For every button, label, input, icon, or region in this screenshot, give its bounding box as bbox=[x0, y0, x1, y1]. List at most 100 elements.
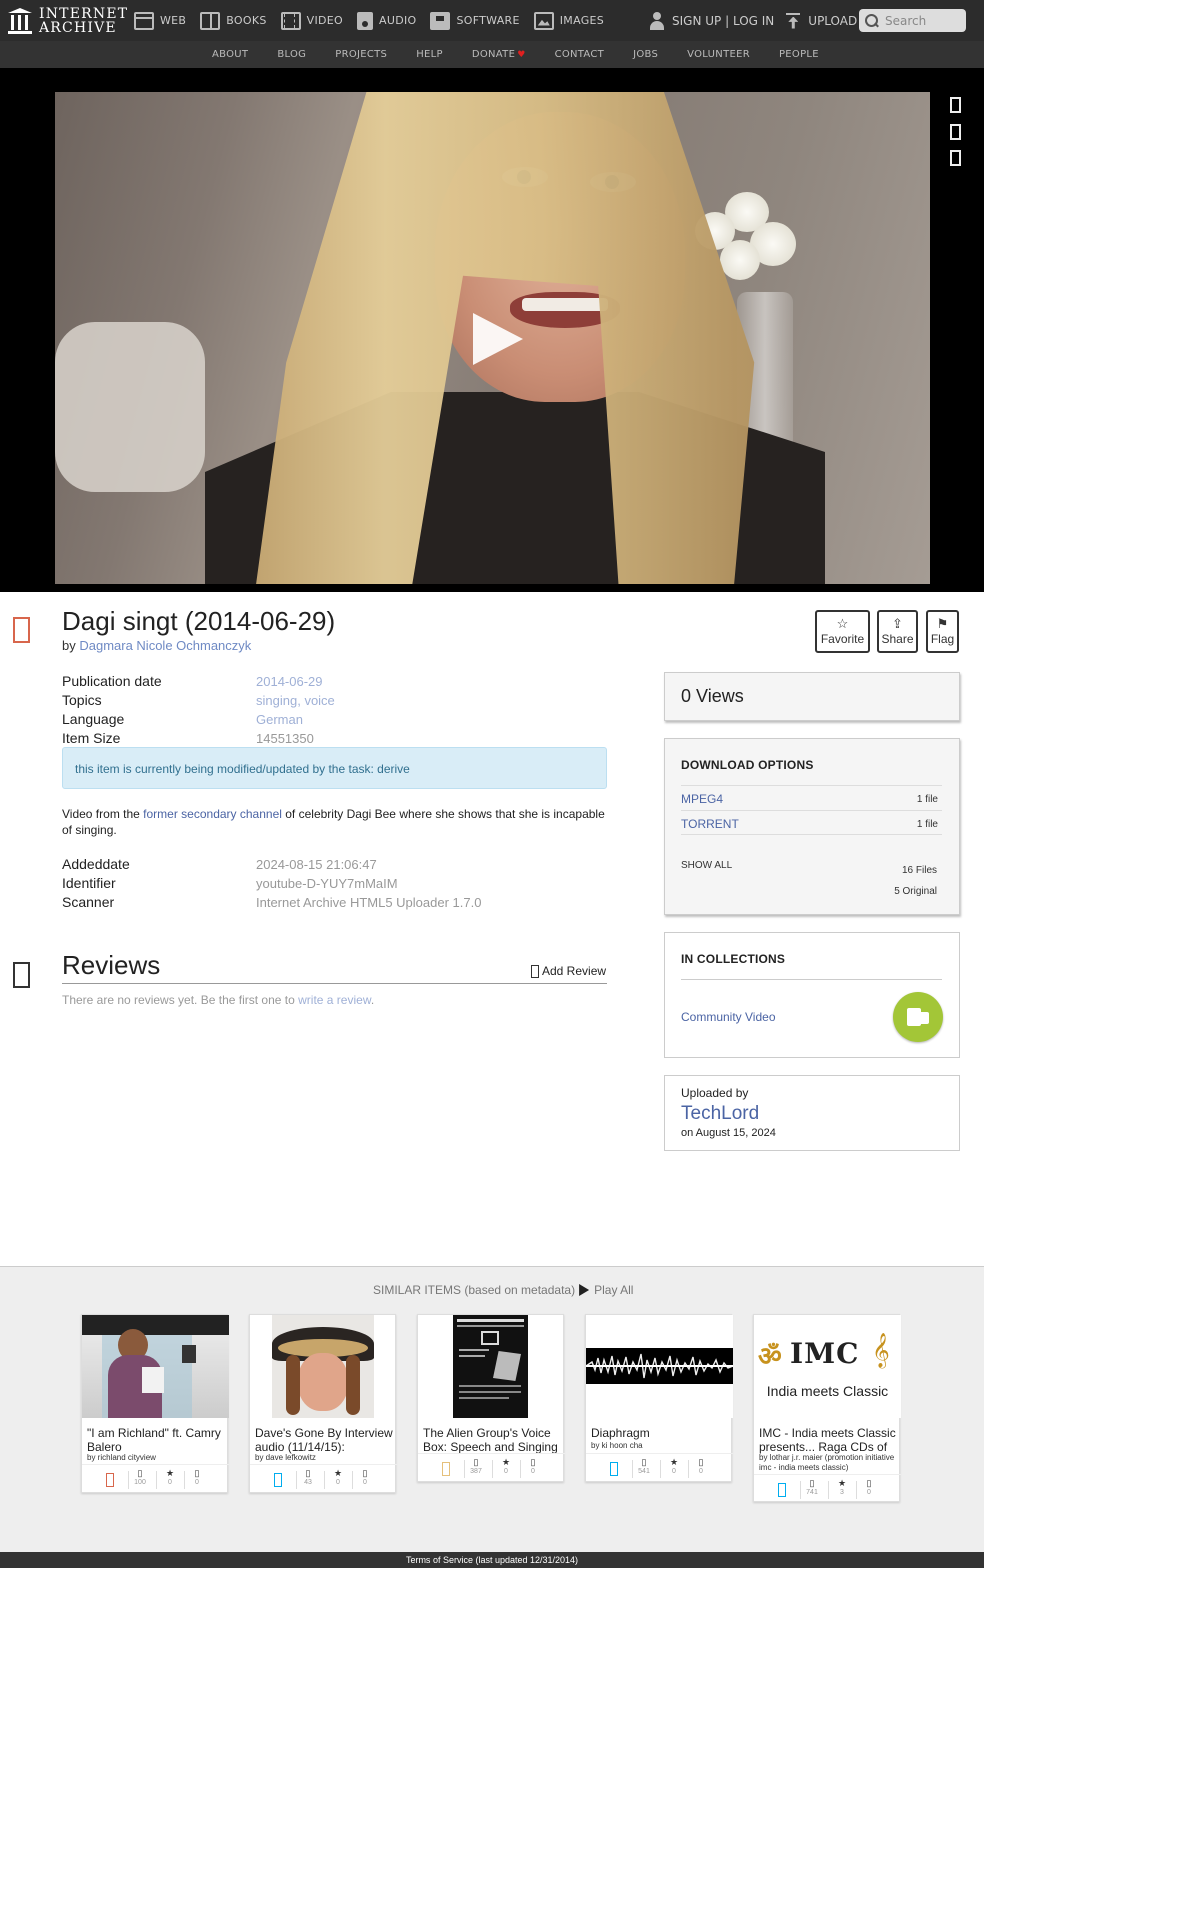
media-nav: WEB BOOKS VIDEO AUDIO SOFTWARE IMAGES bbox=[134, 0, 618, 41]
tile-stats: ▯ 541 ★ 0 ▯ 0 bbox=[586, 1453, 733, 1483]
tile-title[interactable]: "I am Richland" ft. Camry Balero bbox=[87, 1426, 225, 1454]
tile-thumbnail[interactable]: ॐ IMC 𝄞 India meets Classic bbox=[754, 1315, 901, 1418]
download-row[interactable]: TORRENT 1 file bbox=[681, 810, 942, 835]
reviews-icon: ▯ bbox=[866, 1478, 872, 1488]
search-input[interactable] bbox=[885, 13, 961, 28]
subnav-people[interactable]: PEOPLE bbox=[779, 49, 819, 60]
tile-title[interactable]: The Alien Group's Voice Box: Speech and … bbox=[423, 1426, 561, 1454]
subnav-help[interactable]: HELP bbox=[416, 49, 443, 60]
community-video-icon[interactable] bbox=[893, 992, 943, 1042]
meta-label: Language bbox=[62, 711, 125, 727]
write-review-link[interactable]: write a review bbox=[298, 993, 371, 1007]
uploaded-by-label: Uploaded by bbox=[681, 1086, 749, 1100]
favorites-stat: ★ 0 bbox=[324, 1468, 352, 1486]
tile-thumbnail[interactable] bbox=[272, 1315, 374, 1418]
flag-button[interactable]: ⚑ Flag bbox=[926, 610, 959, 653]
uploader-link[interactable]: TechLord bbox=[681, 1103, 759, 1125]
similar-item-tile[interactable]: The Alien Group's Voice Box: Speech and … bbox=[417, 1314, 565, 1483]
nav-web[interactable]: WEB bbox=[134, 11, 186, 30]
star-icon: ★ bbox=[165, 1468, 175, 1478]
tile-title[interactable]: IMC - India meets Classic presents... Ra… bbox=[759, 1426, 897, 1454]
reviews-stat: ▯ 0 bbox=[519, 1457, 547, 1475]
star-icon: ★ bbox=[333, 1468, 343, 1478]
addeddate-value: 2024-08-15 21:06:47 bbox=[256, 857, 377, 872]
views-stat: ▯ 100 bbox=[126, 1468, 154, 1486]
tile-thumbnail[interactable] bbox=[586, 1315, 733, 1418]
favorite-button[interactable]: ☆ Favorite bbox=[815, 610, 870, 653]
theater-tool-icon[interactable] bbox=[950, 97, 961, 113]
upload-link[interactable]: UPLOAD bbox=[808, 14, 857, 28]
reviews-icon: ▯ bbox=[530, 1457, 536, 1467]
books-icon bbox=[200, 11, 221, 30]
meta-label: Scanner bbox=[62, 894, 115, 910]
nav-video[interactable]: VIDEO bbox=[280, 11, 343, 30]
nav-audio[interactable]: AUDIO bbox=[357, 11, 416, 30]
share-button[interactable]: ⇪ Share bbox=[877, 610, 918, 653]
terms-link[interactable]: Terms of Service (last updated 12/31/201… bbox=[406, 1555, 578, 1565]
nav-images[interactable]: IMAGES bbox=[533, 11, 604, 30]
download-format[interactable]: MPEG4 bbox=[681, 792, 723, 806]
similar-item-tile[interactable]: Diaphragm by ki hoon cha ▯ 541 ★ 0 ▯ 0 bbox=[585, 1314, 733, 1483]
views-count: 43 bbox=[304, 1479, 312, 1486]
search-icon[interactable] bbox=[865, 13, 879, 28]
similar-item-tile[interactable]: "I am Richland" ft. Camry Balero by rich… bbox=[81, 1314, 229, 1493]
tile-title[interactable]: Diaphragm bbox=[591, 1426, 729, 1440]
views-count: 541 bbox=[638, 1468, 650, 1475]
nav-software[interactable]: SOFTWARE bbox=[430, 11, 520, 30]
download-row[interactable]: MPEG4 1 file bbox=[681, 785, 942, 810]
theater-tool-icon[interactable] bbox=[950, 124, 961, 140]
download-count: 1 file bbox=[916, 794, 938, 805]
description-text: Video from the bbox=[62, 807, 144, 821]
description-link[interactable]: former secondary channel bbox=[143, 807, 282, 821]
favorites-count: 0 bbox=[672, 1468, 676, 1475]
nav-software-label: SOFTWARE bbox=[456, 14, 520, 27]
software-icon bbox=[430, 11, 451, 30]
tile-creator: by richland cityview bbox=[87, 1453, 156, 1462]
total-files: 16 Files bbox=[901, 865, 937, 876]
imc-logo: IMC bbox=[790, 1337, 860, 1370]
subnav-contact[interactable]: CONTACT bbox=[555, 49, 605, 60]
signup-login-link[interactable]: SIGN UP | LOG IN bbox=[672, 14, 774, 28]
ia-logo[interactable]: INTERNET ARCHIVE bbox=[8, 6, 128, 36]
waveform-graphic bbox=[586, 1353, 733, 1379]
nav-books[interactable]: BOOKS bbox=[200, 11, 266, 30]
similar-item-tile[interactable]: Dave's Gone By Interview audio (11/14/15… bbox=[249, 1314, 397, 1493]
tile-thumbnail[interactable] bbox=[82, 1315, 229, 1418]
play-all-link[interactable]: Play All bbox=[594, 1283, 633, 1297]
download-format[interactable]: TORRENT bbox=[681, 817, 739, 831]
web-icon bbox=[134, 11, 154, 30]
views-icon: ▯ bbox=[473, 1457, 479, 1467]
collection-link[interactable]: Community Video bbox=[681, 1010, 776, 1024]
subnav-jobs[interactable]: JOBS bbox=[633, 49, 658, 60]
tile-stats: ▯ 387 ★ 0 ▯ 0 bbox=[418, 1453, 565, 1483]
byline: by Dagmara Nicole Ochmanczyk bbox=[62, 638, 251, 653]
favorites-stat: ★ 0 bbox=[492, 1457, 520, 1475]
flag-label: Flag bbox=[930, 632, 955, 646]
meta-value: singing, voice bbox=[256, 693, 335, 708]
topic-link[interactable]: voice bbox=[304, 693, 334, 708]
play-icon[interactable] bbox=[579, 1284, 590, 1296]
add-review-label: Add Review bbox=[542, 964, 607, 978]
video-icon bbox=[280, 11, 301, 30]
topic-link[interactable]: singing bbox=[256, 693, 297, 708]
creator-link[interactable]: Dagmara Nicole Ochmanczyk bbox=[79, 638, 251, 653]
show-all-link[interactable]: SHOW ALL bbox=[681, 860, 732, 871]
tile-thumbnail[interactable] bbox=[453, 1315, 528, 1418]
subnav-blog[interactable]: BLOG bbox=[277, 49, 306, 60]
similar-item-tile[interactable]: ॐ IMC 𝄞 India meets Classic IMC - India … bbox=[753, 1314, 901, 1502]
publication-date-link[interactable]: 2014-06-29 bbox=[256, 674, 323, 689]
subnav-donate[interactable]: DONATE ♥ bbox=[472, 49, 526, 60]
tile-title[interactable]: Dave's Gone By Interview audio (11/14/15… bbox=[255, 1426, 393, 1454]
views-count: 387 bbox=[470, 1468, 482, 1475]
views-icon: ▯ bbox=[809, 1478, 815, 1488]
theater-tool-icon[interactable] bbox=[950, 150, 961, 166]
upload-date: on August 15, 2024 bbox=[681, 1127, 776, 1139]
add-review-button[interactable]: Add Review bbox=[531, 964, 606, 978]
language-link[interactable]: German bbox=[256, 712, 303, 727]
meta-label: Identifier bbox=[62, 875, 116, 891]
subnav-projects[interactable]: PROJECTS bbox=[335, 49, 387, 60]
divider bbox=[681, 979, 942, 980]
subnav-volunteer[interactable]: VOLUNTEER bbox=[687, 49, 750, 60]
subnav-about[interactable]: ABOUT bbox=[212, 49, 248, 60]
star-icon: ★ bbox=[837, 1478, 847, 1488]
